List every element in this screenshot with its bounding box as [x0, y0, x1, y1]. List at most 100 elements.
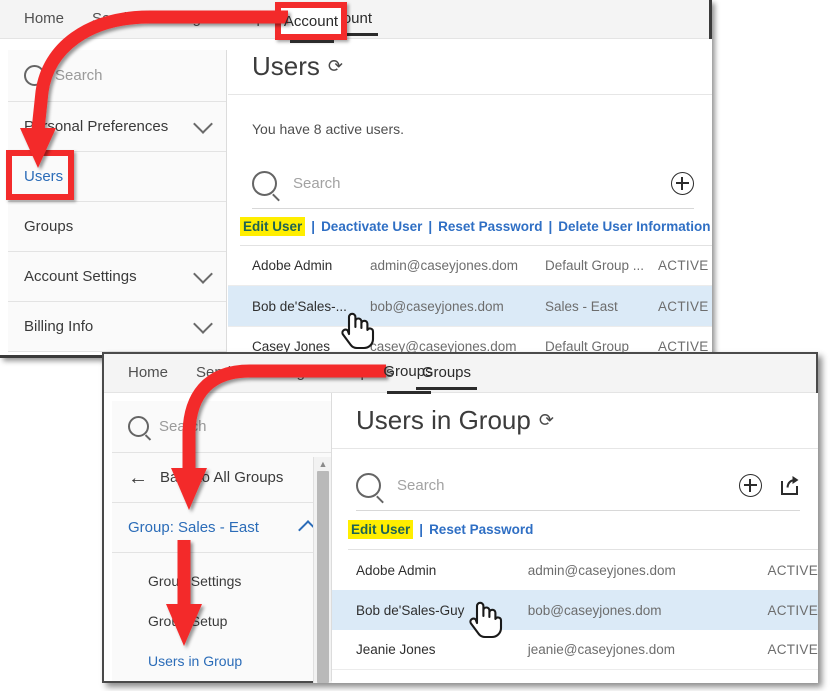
table-row[interactable]: Adobe Admin admin@caseyjones.dom Default… [228, 246, 712, 286]
row-user-status: ACTIVE [767, 642, 818, 657]
users-title-block: Users ⟳ [228, 39, 712, 95]
users-search-placeholder: Search [293, 175, 341, 192]
row-user-email: admin@caseyjones.dom [370, 258, 519, 273]
sidebar-item-group-sales-east[interactable]: Group: Sales - East [112, 503, 331, 553]
bottom-nav-items: Home Send Manage Reports Groups [104, 354, 816, 392]
refresh-icon[interactable]: ⟳ [539, 410, 554, 431]
account-tab-callout-label[interactable]: Account [275, 2, 347, 40]
refresh-icon[interactable]: ⟳ [328, 56, 343, 77]
add-user-icon[interactable] [739, 474, 762, 497]
nav-tab-home[interactable]: Home [114, 354, 182, 392]
table-row[interactable]: Bob de'Sales-Guy bob@caseyjones.dom ACTI… [332, 590, 818, 630]
action-deactivate-user[interactable]: Deactivate User [321, 219, 422, 234]
row-user-group: Default Group ... [545, 258, 645, 273]
chevron-down-icon [193, 264, 213, 284]
sidebar-item-groups[interactable]: Groups [8, 202, 226, 252]
sidebar-item-label: Group Setup [148, 613, 228, 629]
nav-tab-manage[interactable]: Manage [141, 0, 223, 38]
groups-users-window: Home Send Manage Reports Groups Search ←… [102, 352, 818, 683]
row-user-status: ACTIVE [767, 562, 818, 578]
add-user-icon[interactable] [671, 172, 694, 195]
chevron-down-icon [193, 314, 213, 334]
action-edit-user[interactable]: Edit User [348, 520, 414, 539]
sidebar-item-personal-preferences[interactable]: Personal Preferences [8, 102, 226, 152]
sidebar-item-billing-info[interactable]: Billing Info [8, 302, 226, 352]
table-row[interactable]: Jeanie Jones jeanie@caseyjones.dom ACTIV… [332, 630, 818, 670]
active-users-count-block: You have 8 active users. [228, 95, 712, 139]
sidebar-item-label: Back to All Groups [160, 469, 284, 486]
users-search-bar[interactable]: Search [252, 161, 694, 209]
row-user-email: jeanie@caseyjones.dom [527, 642, 676, 657]
action-reset-password[interactable]: Reset Password [429, 522, 533, 537]
sidebar-item-label: Groups [24, 218, 74, 235]
nav-tab-send[interactable]: Send [78, 0, 141, 38]
sidebar-item-group-settings[interactable]: Group Settings [112, 561, 331, 601]
sidebar-item-label: Users in Group [148, 653, 243, 669]
users-in-group-main-pane: Users in Group ⟳ Search Edit User | Rese… [332, 393, 818, 683]
chevron-down-icon [193, 114, 213, 134]
page-title: Users [252, 51, 320, 81]
account-sidebar: Search Personal Preferences Users Groups… [8, 50, 227, 352]
row-user-name: Bob de'Sales-... [252, 298, 347, 314]
account-users-window: Home Send Manage Reports Account Search … [0, 0, 712, 358]
nav-tab-home[interactable]: Home [10, 0, 78, 38]
action-separator: | [311, 219, 316, 234]
sidebar-item-label: Personal Preferences [24, 118, 169, 135]
nav-tab-manage[interactable]: Manage [245, 354, 327, 392]
account-tab-underline [290, 40, 334, 43]
users-main-pane: Users ⟳ You have 8 active users. Search … [228, 39, 712, 358]
active-users-count: You have 8 active users. [252, 121, 405, 137]
top-navigation-bar: Home Send Manage Reports Account [0, 0, 709, 39]
sidebar-item-users-in-group[interactable]: Users in Group [112, 641, 331, 681]
nav-tab-send[interactable]: Send [182, 354, 245, 392]
row-user-status: ACTIVE [658, 298, 709, 314]
row-user-name: Adobe Admin [356, 562, 437, 578]
row-user-group: Sales - East [545, 298, 618, 314]
action-reset-password[interactable]: Reset Password [438, 219, 542, 234]
action-delete-user-information[interactable]: Delete User Information [558, 219, 710, 234]
action-separator: | [419, 522, 424, 537]
row-user-name: Bob de'Sales-Guy [356, 602, 465, 618]
bottom-navigation-bar: Home Send Manage Reports Groups [104, 354, 816, 393]
table-row[interactable]: Bob de'Sales-... bob@caseyjones.dom Sale… [228, 286, 712, 327]
action-edit-user[interactable]: Edit User [240, 217, 306, 236]
sidebar-item-group-setup[interactable]: Group Setup [112, 601, 331, 641]
search-icon [24, 65, 45, 86]
search-icon [252, 171, 277, 196]
sidebar-back-to-all-groups[interactable]: ← Back to All Groups [112, 453, 331, 503]
page-title: Users in Group [356, 405, 531, 435]
search-icon [128, 416, 149, 437]
sidebar-item-account-settings[interactable]: Account Settings [8, 252, 226, 302]
sidebar-item-label: Group Settings [148, 573, 242, 589]
row-user-name: Adobe Admin [252, 258, 333, 273]
action-separator: | [428, 219, 433, 234]
row-user-email: bob@caseyjones.dom [527, 602, 662, 618]
row-user-email: admin@caseyjones.dom [527, 562, 676, 578]
user-action-links: Edit User | Deactivate User | Reset Pass… [240, 209, 712, 246]
groups-tab-callout-label[interactable]: Groups [372, 352, 444, 391]
sidebar-search-row[interactable]: Search [112, 401, 331, 453]
users-in-group-search-bar[interactable]: Search [356, 463, 800, 511]
groups-sidebar: Search ← Back to All Groups Group: Sales… [112, 401, 331, 681]
sidebar-item-label: Billing Info [24, 318, 94, 335]
page-title-row: Users ⟳ [252, 51, 712, 82]
groups-tab-underline [387, 391, 431, 394]
top-nav-items: Home Send Manage Reports Account [0, 0, 709, 38]
sidebar-item-label: Account Settings [24, 268, 137, 285]
action-separator: | [548, 219, 553, 234]
table-row[interactable]: Adobe Admin admin@caseyjones.dom ACTIVE [332, 550, 818, 590]
sidebar-search-row[interactable]: Search [8, 50, 226, 102]
arrow-left-icon: ← [128, 466, 148, 489]
sidebar-scrollbar[interactable]: ▲ [313, 457, 332, 683]
user-action-links: Edit User | Reset Password [348, 511, 818, 550]
scroll-up-arrow-icon[interactable]: ▲ [314, 459, 332, 469]
sidebar-item-label: Group: Sales - East [128, 519, 259, 536]
row-user-status: ACTIVE [767, 602, 818, 618]
scrollbar-thumb[interactable] [317, 471, 329, 683]
search-icon [356, 473, 381, 498]
sidebar-search-placeholder: Search [55, 67, 103, 84]
users-in-group-title-block: Users in Group ⟳ [332, 393, 818, 449]
sidebar-search-placeholder: Search [159, 418, 207, 435]
page-title-row: Users in Group ⟳ [356, 405, 818, 436]
export-share-icon[interactable] [778, 475, 800, 496]
